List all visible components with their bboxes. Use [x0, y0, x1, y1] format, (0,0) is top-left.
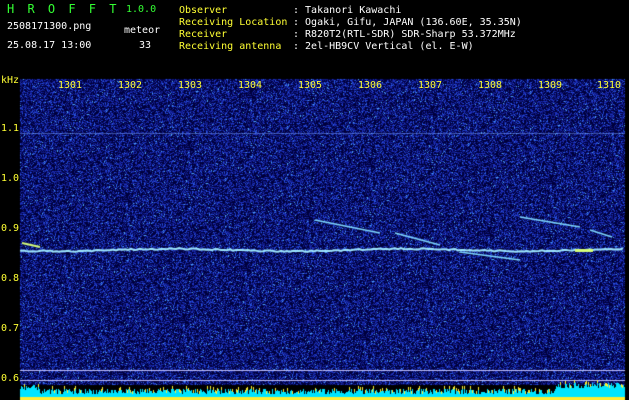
x-tick-label: 1308	[478, 80, 503, 91]
receiver-label: Receiver	[179, 29, 228, 40]
observer-label: Observer	[179, 5, 228, 16]
x-tick-label: 1309	[538, 80, 563, 91]
y-tick-label: 0.9	[1, 223, 20, 234]
observer-value: : Takanori Kawachi	[293, 5, 402, 16]
header-panel: H R O F F T 1.0.0 2508171300.png meteor …	[0, 0, 629, 75]
y-tick-label: 0.7	[1, 323, 20, 334]
datetime: 25.08.17 13:00	[7, 40, 92, 51]
y-tick-label: 1.0	[1, 173, 20, 184]
x-tick-label: 1301	[58, 80, 83, 91]
location-label: Receiving Location	[179, 17, 288, 28]
meteor-label: meteor	[124, 25, 161, 36]
y-tick-label: 1.1	[1, 123, 20, 134]
x-tick-label: 1310	[597, 80, 622, 91]
x-tick-label: 1305	[298, 80, 323, 91]
location-value: : Ogaki, Gifu, JAPAN (136.60E, 35.35N)	[293, 17, 522, 28]
x-tick-label: 1306	[358, 80, 383, 91]
y-tick-label: 0.6	[1, 373, 20, 384]
antenna-label: Receiving antenna	[179, 41, 282, 52]
app-version: 1.0.0	[126, 4, 157, 15]
x-tick-label: 1304	[238, 80, 263, 91]
spectrogram-canvas	[0, 75, 629, 400]
antenna-value: : 2el-HB9CV Vertical (el. E-W)	[293, 41, 474, 52]
app-name: H R O F F T	[7, 2, 120, 16]
x-tick-label: 1302	[118, 80, 143, 91]
receiver-value: : R820T2(RTL-SDR) SDR-Sharp 53.372MHz	[293, 29, 516, 40]
meteor-count: 33	[139, 40, 152, 51]
x-tick-label: 1307	[418, 80, 443, 91]
filename: 2508171300.png	[7, 21, 92, 32]
x-tick-label: 1303	[178, 80, 203, 91]
y-tick-label: 0.8	[1, 273, 20, 284]
y-axis-unit: kHz	[1, 75, 20, 86]
